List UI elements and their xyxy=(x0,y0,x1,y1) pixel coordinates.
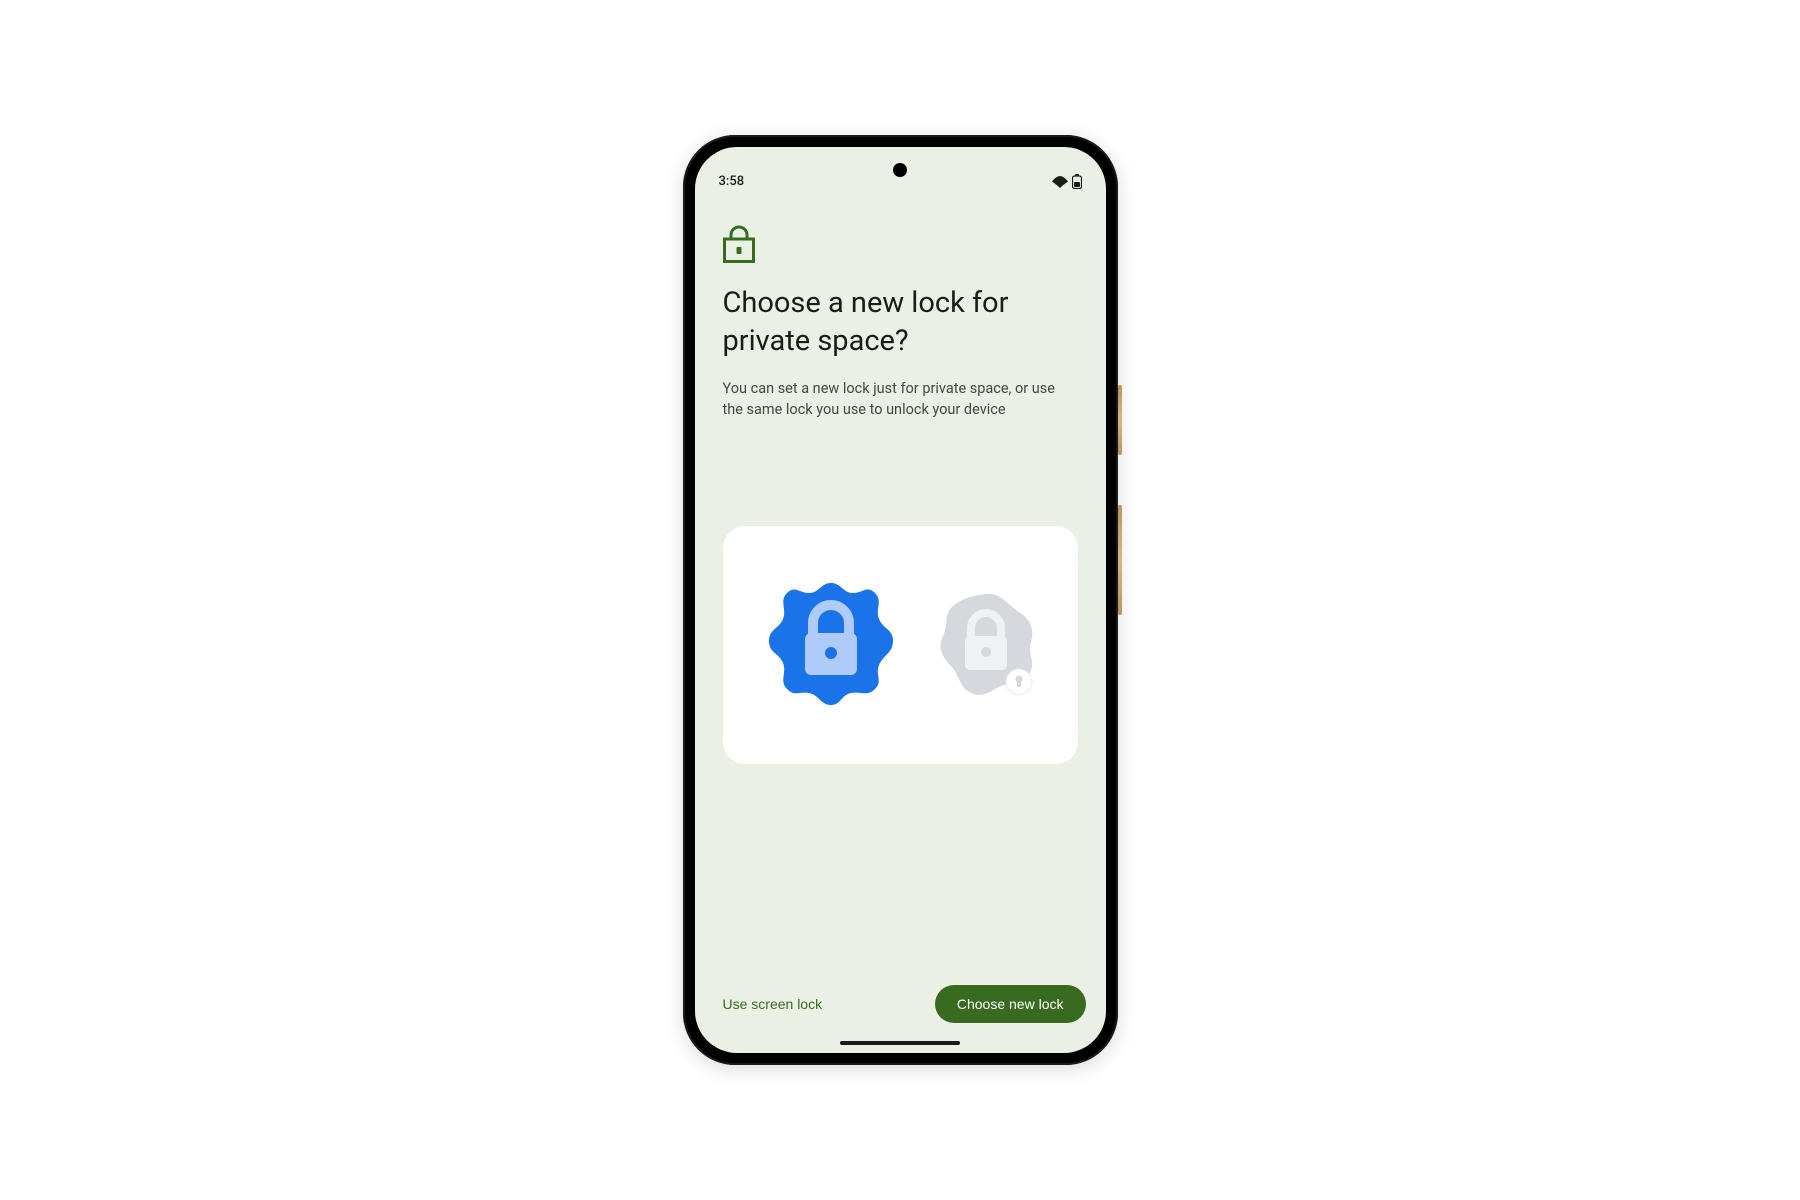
page-subtitle: You can set a new lock just for private … xyxy=(723,378,1078,420)
gesture-nav-handle[interactable] xyxy=(840,1041,960,1045)
battery-icon xyxy=(1072,174,1082,189)
screen: 3:58 xyxy=(695,147,1106,1053)
page-title: Choose a new lock for private space? xyxy=(723,285,1078,360)
lock-badge-muted-icon xyxy=(931,584,1039,706)
phone-frame: 3:58 xyxy=(683,135,1118,1065)
wifi-icon xyxy=(1052,176,1068,188)
camera-punchhole xyxy=(893,163,907,177)
status-time: 3:58 xyxy=(719,174,745,189)
illustration-card xyxy=(723,526,1078,764)
content-area: Choose a new lock for private space? You… xyxy=(695,191,1106,967)
use-screen-lock-button[interactable]: Use screen lock xyxy=(715,986,831,1022)
lock-icon xyxy=(723,225,1078,263)
status-icons xyxy=(1052,174,1082,189)
choose-new-lock-button[interactable]: Choose new lock xyxy=(935,985,1086,1023)
lock-badge-primary-icon xyxy=(761,573,901,717)
